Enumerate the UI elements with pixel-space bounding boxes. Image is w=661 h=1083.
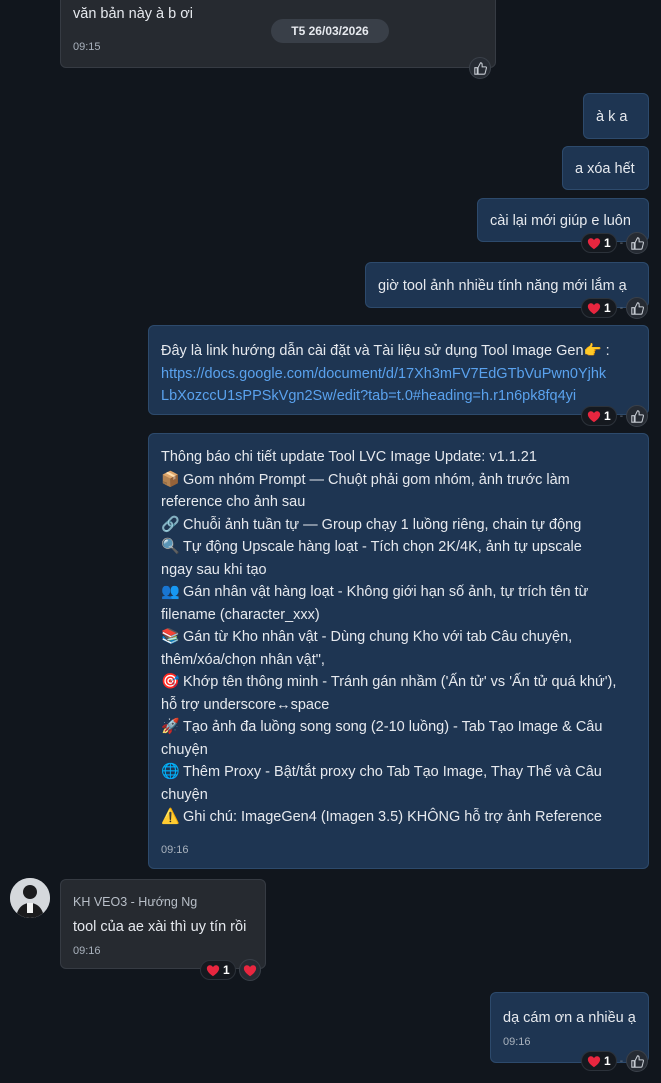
avatar[interactable] [10, 878, 50, 918]
thumbs-up-icon [630, 236, 644, 250]
feature-text: Gán từ Kho nhân vật - Dùng chung Kho với… [183, 629, 573, 645]
feature-item: ⚠️ Ghi chú: ImageGen4 (Imagen 3.5) KHÔNG … [161, 806, 636, 829]
pointing-hand-icon: 👉 [583, 343, 602, 359]
react-heart-button[interactable] [238, 959, 261, 981]
heart-icon [206, 964, 220, 976]
message-text: dạ cám ơn a nhiều ạ [503, 1010, 636, 1026]
reaction-pill[interactable]: 1 [581, 1051, 617, 1071]
feature-text: Thêm Proxy - Bật/tắt proxy cho Tab Tạo I… [183, 764, 602, 780]
feature-item: 🔍 Tự động Upscale hàng loạt - Tích chọn 2… [161, 536, 636, 559]
feature-text-cont: chuyện [161, 786, 208, 803]
message-text: à k a [596, 109, 628, 125]
avatar-image [10, 878, 50, 918]
message-time: 09:16 [73, 945, 101, 957]
sender-name[interactable]: KH VEO3 - Hướng Ng [73, 894, 253, 910]
warning-icon: ⚠️ [161, 808, 180, 825]
package-icon: 📦 [161, 470, 180, 488]
date-divider: T5 26/03/2026 [271, 19, 389, 43]
feature-text: Ghi chú: ImageGen4 (Imagen 3.5) KHÔNG hỗ… [183, 809, 602, 825]
separator: - [619, 237, 624, 249]
feature-item: 🔗 Chuỗi ảnh tuần tự — Group chạy 1 luồng … [161, 514, 636, 537]
target-icon: 🎯 [161, 673, 180, 690]
magnifier-icon: 🔍 [161, 538, 180, 555]
reaction-count: 1 [604, 1054, 611, 1068]
message-text-line: Đây là link hướng dẫn cài đặt và Tài liệ… [161, 340, 636, 363]
separator: - [619, 1055, 624, 1067]
message-text: Đây là link hướng dẫn cài đặt và Tài liệ… [161, 343, 584, 359]
reaction-pill[interactable]: 1 [581, 406, 617, 426]
feature-text: Khớp tên thông minh - Tránh gán nhầm ('Ấ… [183, 674, 617, 690]
feature-item: 👥 Gán nhân vật hàng loạt - Không giới hạn… [161, 581, 636, 604]
message-text: giờ tool ảnh nhiều tính năng mới lắm ạ [378, 278, 627, 294]
feature-item: 🌐 Thêm Proxy - Bật/tắt proxy cho Tab Tạo … [161, 761, 636, 784]
globe-icon: 🌐 [161, 763, 180, 780]
feature-text-cont: reference cho ảnh sau [161, 494, 306, 510]
feature-text-cont: chuyện [161, 741, 208, 758]
like-button[interactable] [469, 57, 491, 79]
message-outgoing[interactable]: Đây là link hướng dẫn cài đặt và Tài liệ… [148, 325, 649, 415]
reaction-pill[interactable]: 1 [581, 233, 617, 253]
feature-text: Gán nhân vật hàng loạt - Không giới hạn … [183, 584, 589, 600]
reaction-count: 1 [223, 963, 230, 977]
feature-item: 🚀 Tạo ảnh đa luồng song song (2-10 luồng)… [161, 716, 636, 739]
feature-text-cont: hỗ trợ underscore↔space [161, 696, 330, 713]
chat-view: văn bản này à b ơi 09:15 T5 26/03/2026 à… [0, 0, 661, 1083]
reaction-pill[interactable]: 1 [581, 298, 617, 318]
books-icon: 📚 [161, 628, 180, 645]
reaction-bar: 1 - [581, 232, 649, 254]
link-line-2: LbXozccU1sPPSkVgn2Sw/edit?tab=t.0#headin… [161, 388, 577, 404]
message-time: 09:16 [161, 844, 189, 856]
heart-icon [587, 237, 601, 249]
reaction-count: 1 [604, 236, 611, 250]
feature-item: 📚 Gán từ Kho nhân vật - Dùng chung Kho vớ… [161, 626, 636, 649]
reaction-bar: 1 [200, 959, 261, 981]
heart-icon [587, 1055, 601, 1067]
announcement-title: Thông báo chi tiết update Tool LVC Image… [161, 449, 537, 465]
message-text-suffix: : [601, 343, 610, 359]
like-button[interactable] [626, 405, 649, 427]
feature-text-cont: filename (character_xxx) [161, 606, 320, 623]
document-link[interactable]: https://docs.google.com/document/d/17Xh3… [161, 363, 636, 408]
thumbs-up-icon [630, 409, 644, 423]
link-line-1: https://docs.google.com/document/d/17Xh3… [161, 365, 607, 382]
feature-text: Chuỗi ảnh tuần tự — Group chạy 1 luồng r… [183, 516, 582, 533]
feature-text: Tạo ảnh đa luồng song song (2-10 luồng) … [183, 719, 603, 735]
message-outgoing[interactable]: a xóa hết [562, 146, 649, 190]
message-time: 09:16 [503, 1036, 531, 1048]
reaction-bar [469, 57, 491, 79]
link-icon: 🔗 [161, 515, 180, 533]
thumbs-up-icon [630, 301, 644, 315]
message-incoming[interactable]: KH VEO3 - Hướng Ng tool của ae xài thì u… [60, 879, 266, 969]
rocket-icon: 🚀 [161, 718, 180, 735]
reaction-pill[interactable]: 1 [200, 960, 236, 980]
feature-item: 📦 Gom nhóm Prompt — Chuột phải gom nhóm, … [161, 469, 636, 492]
heart-icon [587, 302, 601, 314]
message-outgoing[interactable]: Thông báo chi tiết update Tool LVC Image… [148, 433, 649, 869]
message-text: tool của ae xài thì uy tín rồi [73, 919, 247, 935]
reaction-count: 1 [604, 409, 611, 423]
separator: - [619, 410, 624, 422]
heart-icon [587, 410, 601, 422]
people-icon: 👥 [161, 583, 180, 600]
feature-text-cont: ngay sau khi tạo [161, 561, 267, 578]
reaction-bar: 1 - [581, 1050, 649, 1072]
message-outgoing[interactable]: à k a [583, 93, 649, 139]
thumbs-up-icon [473, 61, 487, 75]
message-text: cài lại mới giúp e luôn [490, 213, 631, 229]
message-text: a xóa hết [575, 161, 635, 177]
feature-item: 🎯 Khớp tên thông minh - Tránh gán nhầm ('… [161, 671, 636, 694]
separator: - [619, 302, 624, 314]
feature-text: Gom nhóm Prompt — Chuột phải gom nhóm, ả… [183, 471, 570, 488]
feature-text-cont: thêm/xóa/chọn nhân vật", [161, 651, 325, 668]
reaction-count: 1 [604, 301, 611, 315]
reaction-bar: 1 - [581, 297, 649, 319]
feature-text: Tự động Upscale hàng loạt - Tích chọn 2K… [183, 539, 582, 555]
thumbs-up-icon [630, 1054, 644, 1068]
like-button[interactable] [626, 297, 649, 319]
reaction-bar: 1 - [581, 405, 649, 427]
like-button[interactable] [626, 1050, 649, 1072]
like-button[interactable] [626, 232, 649, 254]
message-time: 09:15 [73, 41, 101, 53]
heart-icon [243, 964, 256, 976]
